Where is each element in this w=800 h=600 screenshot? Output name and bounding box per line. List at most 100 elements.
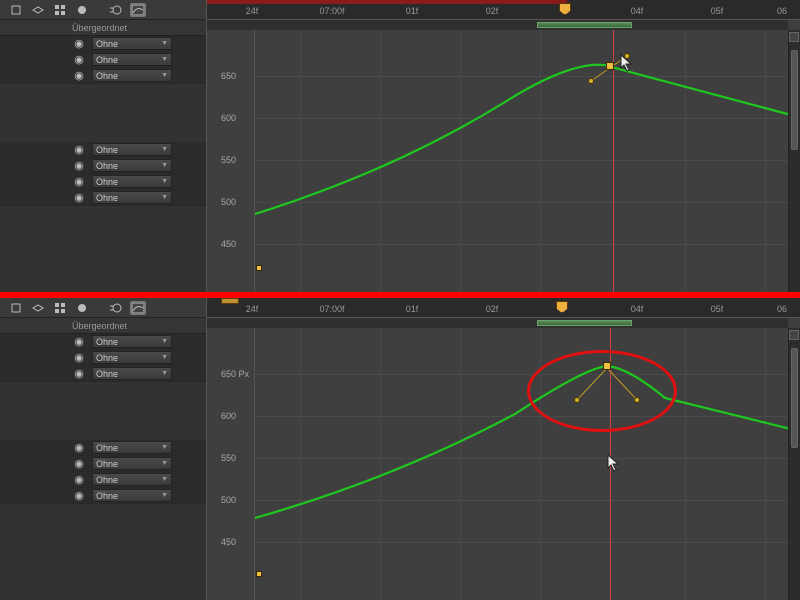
parent-dropdown[interactable]: Ohne▼: [92, 53, 172, 66]
time-tick: 05f: [711, 304, 724, 314]
graph-editor-icon[interactable]: [130, 3, 146, 17]
graph-area[interactable]: 650 Px 600 550 500 450: [207, 328, 788, 600]
time-tick: 24f: [246, 304, 259, 314]
work-area[interactable]: [207, 20, 788, 30]
parent-dropdown[interactable]: Ohne▼: [92, 441, 172, 454]
chevron-down-icon: ▼: [161, 162, 168, 169]
bezier-handle[interactable]: [574, 397, 580, 403]
y-tick: 550: [221, 155, 236, 165]
keyframe[interactable]: [606, 62, 614, 70]
parent-dropdown[interactable]: Ohne▼: [92, 159, 172, 172]
graph-editor-bottom: 24f 07:00f 01f 02f 04f 05f 06 650 Px 600…: [207, 298, 800, 600]
layer-row[interactable]: ◉ Ohne▼: [0, 52, 206, 68]
cube-icon[interactable]: [8, 3, 24, 17]
layer-row[interactable]: ◉ Ohne▼: [0, 472, 206, 488]
y-tick: 500: [221, 495, 236, 505]
layer-row[interactable]: ◉ Ohne▼: [0, 68, 206, 84]
scrollbar-thumb[interactable]: [791, 50, 798, 150]
y-tick: 450: [221, 537, 236, 547]
layer-row[interactable]: ◉ Ohne▼: [0, 334, 206, 350]
visibility-icon[interactable]: ◉: [72, 53, 86, 67]
cti-head[interactable]: [559, 3, 571, 15]
layer-group-1: ◉ Ohne▼ ◉ Ohne▼ ◉ Ohne▼: [0, 334, 206, 382]
motion-blur-icon[interactable]: [108, 3, 124, 17]
snap-icon[interactable]: [789, 330, 799, 340]
mode-toolbar: [0, 0, 206, 20]
work-area-bar[interactable]: [537, 320, 632, 326]
grid-icon[interactable]: [52, 301, 68, 315]
keyframe[interactable]: [603, 362, 611, 370]
parent-dropdown[interactable]: Ohne▼: [92, 351, 172, 364]
time-tick: 07:00f: [319, 304, 344, 314]
layer-row[interactable]: ◉ Ohne▼: [0, 36, 206, 52]
time-ruler[interactable]: 24f 07:00f 01f 02f 04f 05f 06: [207, 298, 800, 318]
parent-dropdown[interactable]: Ohne▼: [92, 69, 172, 82]
visibility-icon[interactable]: ◉: [72, 457, 86, 471]
dropdown-value: Ohne: [96, 353, 118, 363]
cube-icon[interactable]: [8, 301, 24, 315]
dropdown-value: Ohne: [96, 491, 118, 501]
vertical-scrollbar[interactable]: [788, 30, 800, 292]
work-area-bar[interactable]: [537, 22, 632, 28]
visibility-icon[interactable]: ◉: [72, 143, 86, 157]
layer-row[interactable]: ◉ Ohne ▼: [0, 488, 206, 504]
parent-dropdown[interactable]: Ohne▼: [92, 473, 172, 486]
visibility-icon[interactable]: ◉: [72, 69, 86, 83]
layers-icon[interactable]: [30, 301, 46, 315]
visibility-icon[interactable]: ◉: [72, 335, 86, 349]
visibility-icon[interactable]: ◉: [72, 489, 86, 503]
vertical-scrollbar[interactable]: [788, 328, 800, 600]
parent-dropdown[interactable]: Ohne▼: [92, 175, 172, 188]
visibility-icon[interactable]: ◉: [72, 191, 86, 205]
layer-row[interactable]: ◉ Ohne▼: [0, 158, 206, 174]
bezier-handle[interactable]: [634, 397, 640, 403]
parent-dropdown[interactable]: Ohne ▼: [92, 489, 172, 502]
blur-icon[interactable]: [74, 301, 90, 315]
graph-marker[interactable]: [256, 265, 262, 271]
graph-area[interactable]: 650 600 550 500 450: [207, 30, 788, 292]
parent-dropdown[interactable]: Ohne▼: [92, 143, 172, 156]
chevron-down-icon: ▼: [161, 56, 168, 63]
time-ruler[interactable]: 24f 07:00f 01f 02f 04f 05f 06: [207, 0, 800, 20]
chevron-down-icon: ▼: [161, 194, 168, 201]
blur-icon[interactable]: [74, 3, 90, 17]
cti-head[interactable]: [556, 301, 568, 313]
visibility-icon[interactable]: ◉: [72, 367, 86, 381]
layer-row[interactable]: ◉ Ohne▼: [0, 190, 206, 206]
visibility-icon[interactable]: ◉: [72, 441, 86, 455]
layer-row[interactable]: ◉ Ohne▼: [0, 440, 206, 456]
grid-icon[interactable]: [52, 3, 68, 17]
layer-row[interactable]: ◉ Ohne▼: [0, 142, 206, 158]
scrollbar-thumb[interactable]: [791, 348, 798, 448]
layers-icon[interactable]: [30, 3, 46, 17]
column-header: Übergeordnet: [0, 318, 206, 334]
layer-row[interactable]: ◉ Ohne▼: [0, 174, 206, 190]
chevron-down-icon: ▼: [161, 492, 168, 499]
chevron-down-icon: ▼: [161, 72, 168, 79]
chevron-down-icon: ▼: [161, 40, 168, 47]
bezier-handle[interactable]: [588, 78, 594, 84]
visibility-icon[interactable]: ◉: [72, 473, 86, 487]
layer-row[interactable]: ◉ Ohne▼: [0, 456, 206, 472]
visibility-icon[interactable]: ◉: [72, 159, 86, 173]
parent-dropdown[interactable]: Ohne▼: [92, 37, 172, 50]
visibility-icon[interactable]: ◉: [72, 37, 86, 51]
graph-editor-icon[interactable]: [130, 301, 146, 315]
parent-dropdown[interactable]: Ohne▼: [92, 191, 172, 204]
in-point-marker[interactable]: [221, 298, 239, 304]
visibility-icon[interactable]: ◉: [72, 351, 86, 365]
parent-dropdown[interactable]: Ohne▼: [92, 367, 172, 380]
dropdown-value: Ohne: [96, 145, 118, 155]
parent-dropdown[interactable]: Ohne▼: [92, 335, 172, 348]
motion-blur-icon[interactable]: [108, 301, 124, 315]
dropdown-value: Ohne: [96, 459, 118, 469]
work-area[interactable]: [207, 318, 788, 328]
bezier-handle[interactable]: [624, 53, 630, 59]
graph-marker[interactable]: [256, 571, 262, 577]
layer-panel: Übergeordnet ◉ Ohne▼ ◉ Ohne▼ ◉ Ohne▼: [0, 0, 207, 292]
visibility-icon[interactable]: ◉: [72, 175, 86, 189]
layer-row[interactable]: ◉ Ohne▼: [0, 366, 206, 382]
parent-dropdown[interactable]: Ohne▼: [92, 457, 172, 470]
layer-row[interactable]: ◉ Ohne▼: [0, 350, 206, 366]
snap-icon[interactable]: [789, 32, 799, 42]
